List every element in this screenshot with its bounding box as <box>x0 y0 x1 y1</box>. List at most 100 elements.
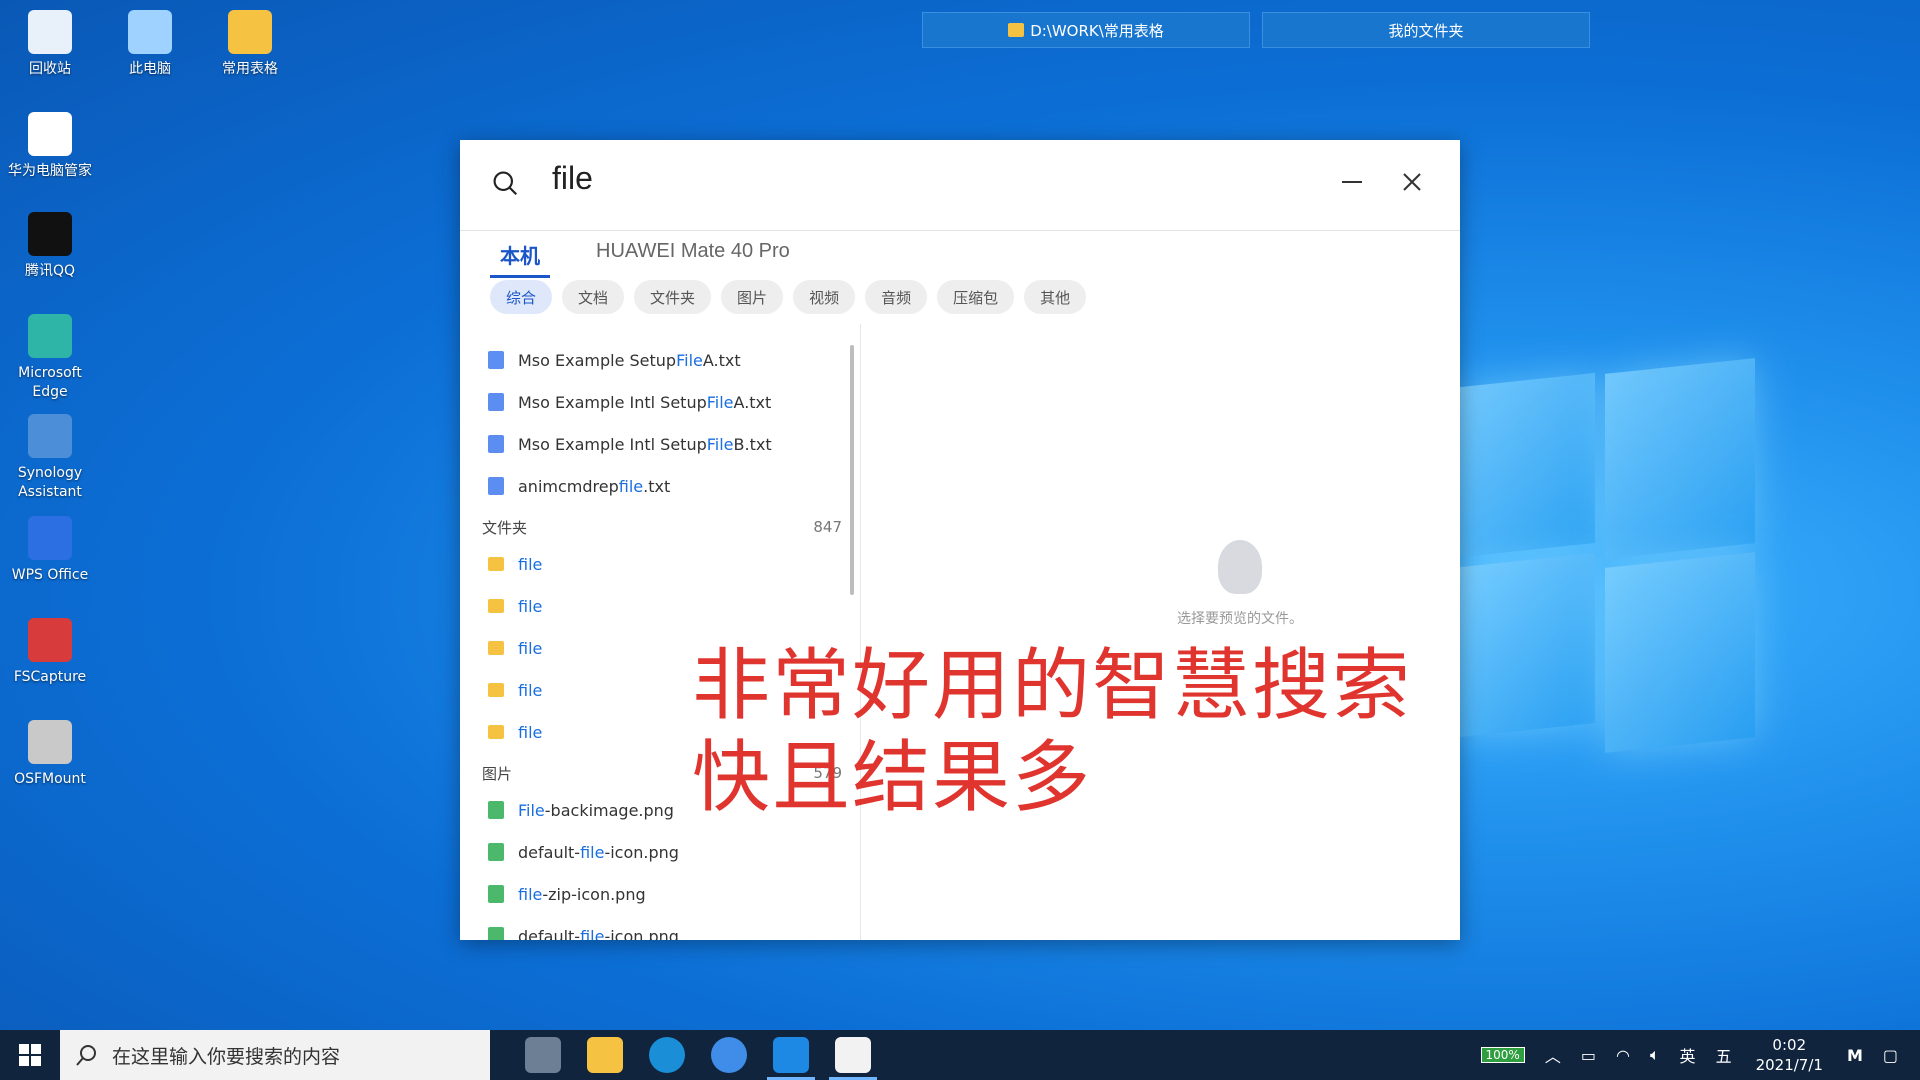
result-row[interactable]: animcmdrep file .txt <box>488 466 670 506</box>
search-header: file <box>460 140 1460 231</box>
result-name: file <box>518 554 543 574</box>
result-row[interactable]: file -zip-icon.png <box>488 874 646 914</box>
notification-icon[interactable]: ▢ <box>1883 1046 1898 1065</box>
filter-chip[interactable]: 图片 <box>721 280 784 314</box>
chevron-up-icon[interactable]: ︿ <box>1545 1043 1561 1067</box>
qq-icon <box>28 212 72 256</box>
filter-chip[interactable]: 文档 <box>562 280 625 314</box>
result-section-header[interactable]: 文件夹 847 <box>482 512 842 542</box>
result-name-part: animcmdrep <box>518 476 619 496</box>
tab-huawei-phone[interactable]: HUAWEI Mate 40 Pro <box>586 236 800 278</box>
battery-indicator[interactable]: 100% <box>1480 1047 1525 1063</box>
folder-icon <box>488 599 504 613</box>
edge-app-icon[interactable] <box>649 1037 685 1073</box>
filter-chip[interactable]: 其他 <box>1024 280 1087 314</box>
filter-chip[interactable]: 综合 <box>490 280 553 314</box>
result-row[interactable]: file <box>488 544 542 584</box>
filter-chip[interactable]: 文件夹 <box>634 280 712 314</box>
desktop-icon-item[interactable]: FSCapture <box>2 618 98 687</box>
huawei-pc-manager-tray-icon[interactable]: M <box>1847 1046 1863 1065</box>
desktop-icon-item[interactable]: 回收站 <box>2 10 98 79</box>
taskbar-search-box[interactable]: 在这里输入你要搜索的内容 <box>60 1030 490 1080</box>
section-title: 图片 <box>482 764 513 783</box>
result-name-part: A.txt <box>702 350 741 370</box>
ime-language[interactable]: 英 <box>1680 1043 1696 1067</box>
battery-icon[interactable]: ▭ <box>1581 1046 1596 1065</box>
desktop-icon-item[interactable]: WPS Office <box>2 516 98 585</box>
desktop-icon-item[interactable]: OSFMount <box>2 720 98 789</box>
search-icon <box>493 171 518 196</box>
desktop-icon-item[interactable]: 常用表格 <box>202 10 298 79</box>
desktop-icon-item[interactable]: Synology Assistant <box>2 414 98 502</box>
result-row[interactable]: file <box>488 712 542 752</box>
taskbar: 在这里输入你要搜索的内容 100% ︿ ▭ ◠ 🔈︎ 英 五 0:02 2021… <box>0 1030 1920 1080</box>
smart-search-app-icon[interactable] <box>829 1037 877 1080</box>
result-match-highlight: File <box>676 350 703 370</box>
desktop-icon-label: 华为电脑管家 <box>8 163 92 179</box>
calculator-app-icon[interactable] <box>525 1037 561 1073</box>
system-tray: 100% ︿ ▭ ◠ 🔈︎ 英 五 0:02 2021/7/1 M ▢ <box>1471 1030 1920 1080</box>
image-file-icon <box>488 801 504 819</box>
wifi-icon[interactable]: ◠ <box>1616 1046 1630 1065</box>
image-file-icon <box>488 843 504 861</box>
window-work-folder[interactable]: D:\WORK\常用表格 <box>922 12 1250 48</box>
desktop-icon-label: 常用表格 <box>222 61 278 77</box>
window-title: D:\WORK\常用表格 <box>1030 21 1164 40</box>
results-scrollbar[interactable] <box>850 345 854 595</box>
result-row[interactable]: file <box>488 628 542 668</box>
desktop-icon-label: 此电脑 <box>129 61 171 77</box>
clock-date: 2021/7/1 <box>1755 1056 1823 1074</box>
huawei-pc-manager-icon <box>28 112 72 156</box>
result-name: file <box>518 596 543 616</box>
folder-icon <box>488 557 504 571</box>
window-title: 我的文件夹 <box>1388 21 1464 40</box>
result-match-highlight: file <box>618 476 644 496</box>
result-match-highlight: File <box>518 800 545 820</box>
folder-icon <box>1008 23 1025 37</box>
file-explorer-app-icon[interactable] <box>587 1037 623 1073</box>
result-name-part: -zip-icon.png <box>542 884 646 904</box>
result-match-highlight: file <box>518 884 543 904</box>
desktop-icon-label: 回收站 <box>29 61 71 77</box>
volume-icon[interactable]: 🔈︎ <box>1650 1045 1660 1065</box>
result-name-part: B.txt <box>733 434 772 454</box>
filter-chip[interactable]: 视频 <box>793 280 856 314</box>
caption-line-2: 快且结果多 <box>692 733 1093 823</box>
taskbar-search-placeholder: 在这里输入你要搜索的内容 <box>112 1045 341 1068</box>
result-row[interactable]: default-file -icon.png <box>488 916 679 940</box>
preview-pane: 选择要预览的文件。 <box>1080 540 1400 628</box>
clock[interactable]: 0:02 2021/7/1 <box>1756 1035 1823 1075</box>
desktop-icon-item[interactable]: 此电脑 <box>102 10 198 79</box>
huawei-multiscreen-app-icon[interactable] <box>767 1037 815 1080</box>
ime-mode[interactable]: 五 <box>1716 1043 1732 1067</box>
windows-start-icon <box>19 1044 41 1066</box>
desktop-icon-item[interactable]: 腾讯QQ <box>2 212 98 281</box>
filter-chip[interactable]: 音频 <box>865 280 928 314</box>
filter-chip[interactable]: 压缩包 <box>937 280 1015 314</box>
desktop-icon-item[interactable]: Microsoft Edge <box>2 314 98 402</box>
result-name-part: -icon.png <box>604 842 679 862</box>
result-row[interactable]: Mso Example Intl Setup File B.txt <box>488 424 772 464</box>
clock-time: 0:02 <box>1772 1036 1807 1054</box>
close-icon[interactable] <box>1398 168 1426 196</box>
result-name: file <box>518 680 543 700</box>
window-my-folder[interactable]: 我的文件夹 <box>1262 12 1590 48</box>
lightbulb-icon <box>1218 540 1262 594</box>
result-name: file <box>518 638 543 658</box>
desktop-icon-item[interactable]: 华为电脑管家 <box>2 112 98 181</box>
synology-app-icon[interactable] <box>711 1037 747 1073</box>
result-row[interactable]: Mso Example Intl Setup File A.txt <box>488 382 771 422</box>
minimize-icon[interactable] <box>1338 168 1366 196</box>
result-row[interactable]: file <box>488 586 542 626</box>
tab-local[interactable]: 本机 <box>490 236 550 278</box>
search-query-input[interactable]: file <box>552 160 593 197</box>
result-row[interactable]: file <box>488 670 542 710</box>
folder-icon <box>488 683 504 697</box>
result-row[interactable]: File -backimage.png <box>488 790 674 830</box>
result-row[interactable]: default-file -icon.png <box>488 832 679 872</box>
start-button[interactable] <box>0 1030 60 1080</box>
folder-icon <box>488 641 504 655</box>
results-list: Mso Example Setup File A.txt Mso Example … <box>460 324 850 940</box>
result-row[interactable]: Mso Example Setup File A.txt <box>488 340 741 380</box>
result-name-part: -icon.png <box>604 926 679 941</box>
